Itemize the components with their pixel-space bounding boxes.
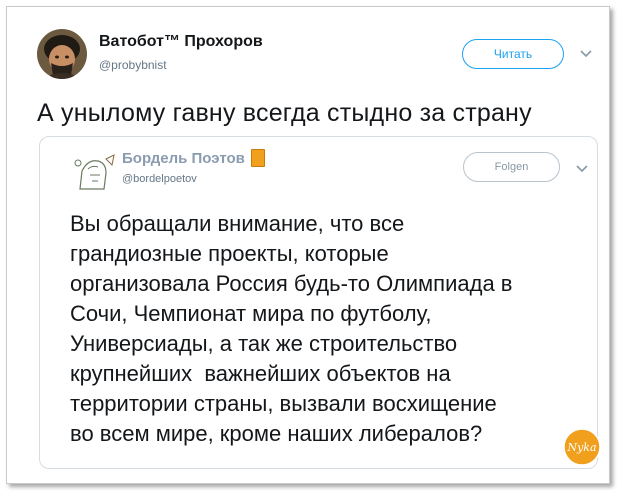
tweet-card: Ватобот™ Прохоров @probybnist Читать А у… — [6, 6, 610, 484]
author-handle[interactable]: @probybnist — [99, 58, 167, 72]
book-icon — [250, 149, 265, 167]
quoted-text-line: Сочи, Чемпионат мира по футболу, — [70, 301, 432, 326]
quoted-author-name[interactable]: Бордель Поэтов — [122, 149, 265, 167]
quoted-text-line: во всем мире, кроме наших либералов? — [70, 421, 483, 446]
watermark-text: Nyka — [566, 441, 596, 454]
quoted-text-line: организовала Россия будь-то Олимпиада в — [70, 271, 513, 296]
tweet-text: А унылому гавну всегда стыдно за страну — [37, 99, 532, 127]
quoted-chevron-down-icon[interactable] — [575, 162, 589, 176]
quoted-author-handle[interactable]: @bordelpoetov — [122, 173, 197, 185]
quoted-text-line: Универсиады, а так же строительство — [70, 331, 458, 356]
quoted-text-line: территории страны, вызвали восхищение — [70, 391, 497, 416]
quoted-text-line: крупнейших важнейших объектов на — [70, 361, 451, 386]
avatar[interactable] — [37, 29, 87, 79]
avatar-image — [37, 29, 87, 79]
quoted-follow-button[interactable]: Folgen — [463, 152, 560, 182]
quoted-text-line: Вы обращали внимание, что все — [70, 211, 405, 236]
quoted-author-name-text: Бордель Поэтов — [122, 149, 245, 167]
follow-button[interactable]: Читать — [462, 39, 564, 69]
watermark-logo: Nyka — [563, 428, 601, 466]
quoted-text: Вы обращали внимание, что все грандиозны… — [70, 209, 595, 449]
chevron-down-icon[interactable] — [579, 47, 593, 61]
quoted-tweet[interactable]: Бордель Поэтов @bordelpoetov Folgen Вы о… — [39, 136, 598, 469]
author-name[interactable]: Ватобот™ Прохоров — [99, 33, 263, 51]
quoted-avatar[interactable] — [70, 151, 120, 193]
quoted-text-line: грандиозные проекты, которые — [70, 241, 389, 266]
